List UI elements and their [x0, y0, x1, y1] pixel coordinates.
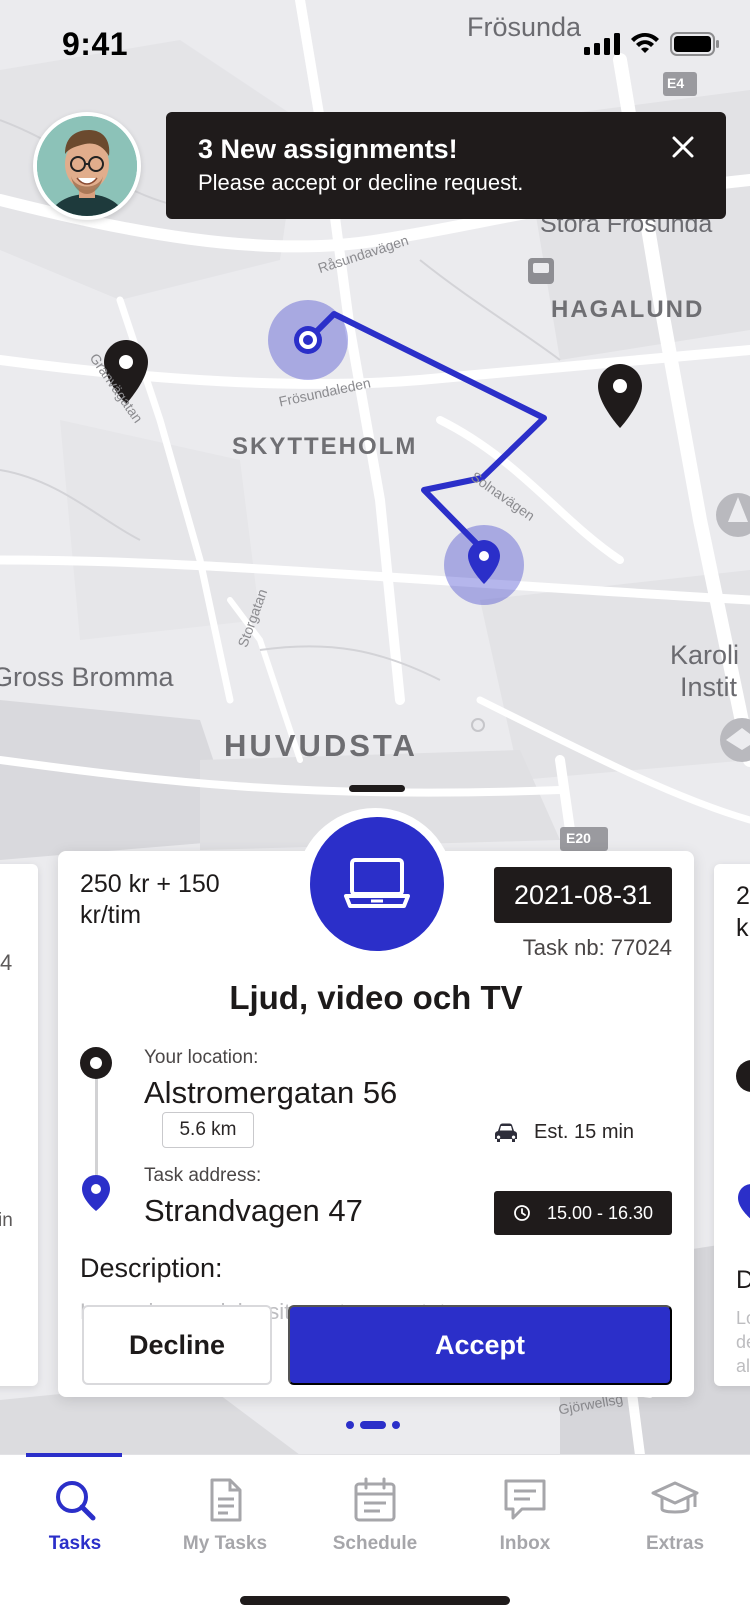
- avatar-image: [37, 116, 137, 216]
- tab-tasks[interactable]: Tasks: [0, 1475, 150, 1555]
- tab-label: Schedule: [332, 1533, 418, 1554]
- tab-label: Tasks: [48, 1533, 102, 1554]
- task-number: Task nb: 77024: [522, 935, 672, 960]
- accept-button[interactable]: Accept: [288, 1305, 672, 1385]
- side-card-text: k: [736, 914, 749, 942]
- calendar-icon: [354, 1477, 396, 1522]
- map-label: Karoli: [670, 640, 740, 670]
- clock-icon: [514, 1205, 530, 1221]
- task-date-badge: 2021-08-31: [494, 867, 672, 923]
- tab-label: Extras: [645, 1533, 705, 1554]
- tab-label: Inbox: [499, 1533, 551, 1554]
- toast-message: Please accept or decline request.: [198, 170, 524, 195]
- tab-extras[interactable]: Extras: [600, 1475, 750, 1555]
- time-window-badge: 15.00 - 16.30: [494, 1191, 672, 1235]
- your-location-address: Alstromergatan 56: [144, 1075, 398, 1110]
- toast-title: 3 New assignments!: [198, 134, 458, 164]
- status-time: 9:41: [62, 26, 129, 62]
- tab-active-indicator: [26, 1453, 122, 1457]
- side-card-text: in: [0, 1210, 13, 1231]
- wifi-icon: [631, 33, 659, 53]
- task-card-previous[interactable]: 4 in: [0, 864, 38, 1386]
- distance-badge: 5.6 km: [162, 1112, 254, 1148]
- tab-label: My Tasks: [182, 1533, 268, 1554]
- side-card-text: de: [736, 1332, 750, 1352]
- pager-dot-active: [360, 1421, 386, 1429]
- description-heading: Description:: [80, 1253, 223, 1283]
- close-icon[interactable]: [668, 132, 698, 162]
- search-icon: [56, 1481, 96, 1521]
- side-card-text: 4: [0, 950, 13, 975]
- document-icon: [210, 1478, 242, 1522]
- avatar[interactable]: [33, 112, 141, 220]
- sheet-handle[interactable]: [349, 785, 405, 792]
- map-pin-icon: [82, 1175, 110, 1211]
- map-pin-icon: [738, 1184, 750, 1219]
- map-label: E20: [566, 830, 591, 846]
- battery-icon: [670, 32, 719, 56]
- time-window-text: 15.00 - 16.30: [546, 1202, 654, 1223]
- map-label: Gross Bromma: [0, 662, 174, 692]
- location-dot-icon: [736, 1060, 750, 1092]
- car-icon: [495, 1123, 517, 1142]
- tab-my-tasks[interactable]: My Tasks: [150, 1475, 300, 1555]
- map-label: HUVUDSTA: [224, 728, 418, 763]
- screen: Frösunda Stora Frösunda HAGALUND SKYTTEH…: [0, 0, 750, 1624]
- task-title: Ljud, video och TV: [229, 979, 523, 1016]
- tab-inbox[interactable]: Inbox: [450, 1475, 600, 1555]
- task-address-label: Task address:: [144, 1165, 262, 1186]
- chat-icon: [504, 1479, 546, 1520]
- graduation-cap-icon: [651, 1481, 699, 1514]
- laptop-icon: [344, 858, 410, 908]
- estimated-time-text: Est. 15 min: [534, 1121, 635, 1143]
- tab-schedule[interactable]: Schedule: [300, 1475, 450, 1555]
- side-card-text: D: [736, 1266, 750, 1294]
- map-label: HAGALUND: [551, 296, 705, 323]
- estimated-time: Est. 15 min: [494, 1121, 634, 1144]
- status-bar: 9:41: [0, 0, 750, 90]
- pager-dot: [392, 1421, 400, 1429]
- card-pager: [346, 1421, 400, 1429]
- home-indicator: [240, 1596, 510, 1605]
- notification-toast[interactable]: 3 New assignments! Please accept or decl…: [166, 112, 726, 219]
- task-price: 250 kr + 150 kr/tim: [80, 870, 220, 929]
- decline-button[interactable]: Decline: [82, 1305, 272, 1385]
- your-location-label: Your location:: [144, 1047, 259, 1068]
- map-label: SKYTTEHOLM: [232, 433, 418, 460]
- task-card-next[interactable]: 2 k D Lo de al: [714, 864, 750, 1386]
- category-badge: [310, 817, 444, 951]
- side-card-text: al: [736, 1356, 750, 1376]
- side-card-text: 2: [736, 882, 750, 910]
- location-dot-icon: [80, 1047, 112, 1079]
- task-address: Strandvagen 47: [144, 1193, 363, 1228]
- cellular-signal-icon: [584, 33, 620, 55]
- pager-dot: [346, 1421, 354, 1429]
- route-connector-line: [95, 1071, 98, 1189]
- map-label: Instit: [680, 672, 738, 702]
- status-icons: [584, 32, 720, 56]
- side-card-text: Lo: [736, 1308, 750, 1328]
